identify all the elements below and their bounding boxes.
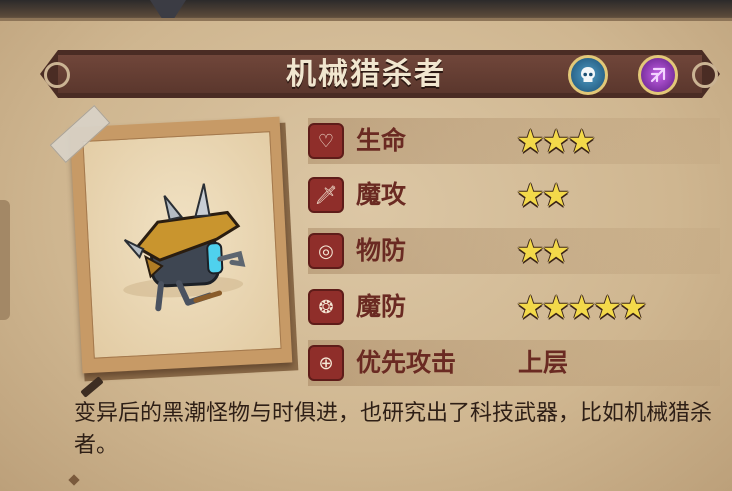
stat-row-magic-defense: ❂ 魔防 ★★★★★ (308, 284, 720, 330)
stat-row-magic-attack: 🗡 魔攻 ★★ (308, 172, 720, 218)
mechanical-hunter-image (123, 183, 246, 312)
skull-icon (581, 67, 595, 82)
stat-label: 魔攻 (356, 180, 407, 209)
heart-icon: ♡ (308, 123, 344, 159)
stat-label: 魔防 (356, 292, 407, 321)
priority-value: 上层 (518, 348, 569, 377)
star-rating: ★★ (516, 176, 570, 214)
skull-badge-icon[interactable] (568, 55, 608, 95)
magic-badge-icon[interactable] (638, 55, 678, 95)
monster-description: 变异后的黑潮怪物与时俱进，也研究出了科技武器，比如机械猎杀者。 (74, 401, 713, 458)
paper-edge (0, 200, 10, 320)
stat-row-physical-defense: ◎ 物防 ★★ (308, 228, 720, 274)
shield-icon: ◎ (308, 233, 344, 269)
star-rating: ★★ (516, 232, 570, 270)
target-icon: ⊕ (308, 345, 344, 381)
stat-row-hp: ♡ 生命 ★★★ (308, 118, 720, 164)
star-rating: ★★★★★ (516, 288, 647, 326)
magic-shield-icon: ❂ (308, 289, 344, 325)
portrait-background (82, 131, 282, 359)
stat-label: 生命 (356, 126, 407, 155)
stat-label: 物防 (356, 236, 407, 265)
monster-portrait-card (69, 116, 293, 374)
stat-row-priority: ⊕ 优先攻击 上层 (308, 340, 720, 386)
sword-icon: 🗡 (308, 177, 344, 213)
star-rating: ★★★ (516, 122, 596, 160)
magic-rune-icon (650, 67, 666, 83)
priority-label: 优先攻击 (356, 348, 457, 377)
monster-name: 机械猎杀者 (286, 57, 446, 92)
